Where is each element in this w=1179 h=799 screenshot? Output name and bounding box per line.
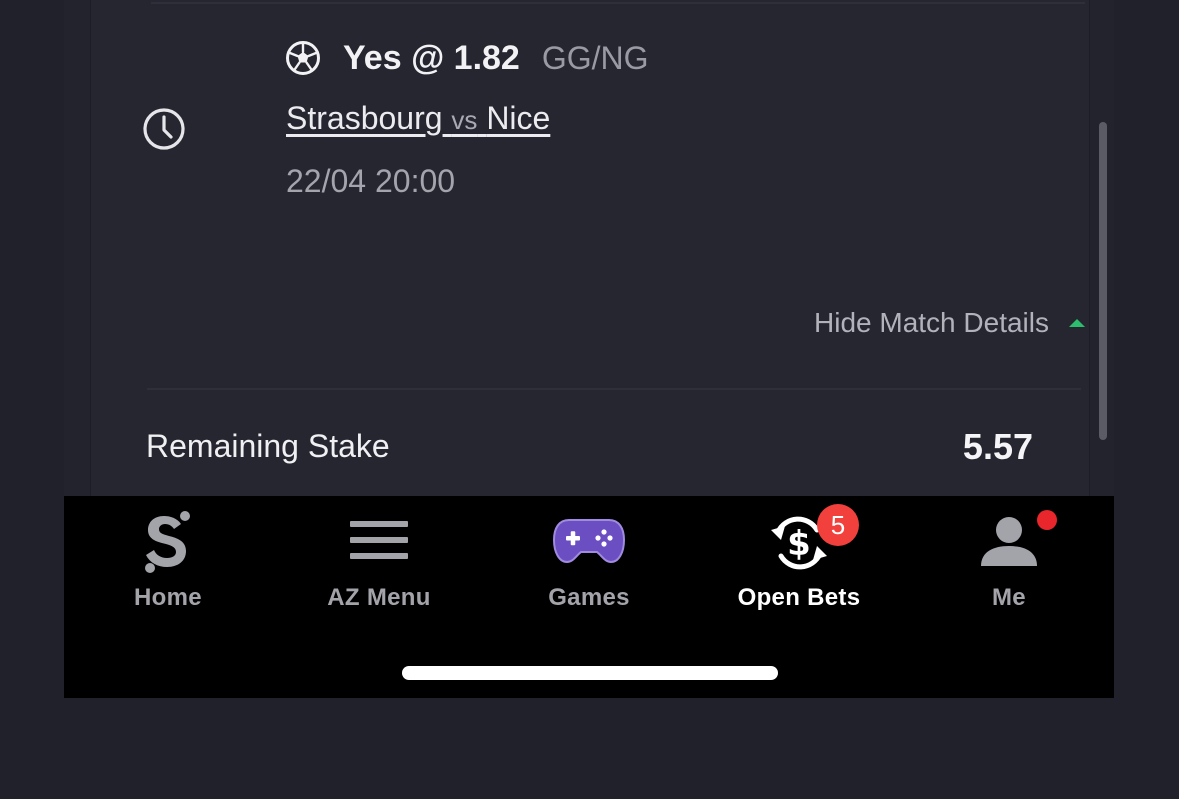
tab-games-label: Games — [548, 584, 630, 611]
app-viewport: Yes @ 1.82 GG/NG Strasbourg vs Nice 22/0… — [64, 0, 1114, 698]
match-link[interactable]: Strasbourg vs Nice — [286, 100, 550, 137]
tab-az-menu[interactable]: AZ Menu — [279, 510, 479, 620]
tab-open-bets-label: Open Bets — [737, 584, 861, 611]
selection-row: Yes @ 1.82 GG/NG — [285, 38, 649, 78]
selection-pick: Yes @ 1.82 — [343, 38, 520, 77]
tab-open-bets[interactable]: $ 5 Open Bets — [699, 504, 899, 620]
divider — [151, 2, 1085, 4]
svg-text:$: $ — [787, 524, 811, 564]
tab-home[interactable]: Home — [68, 510, 268, 620]
match-datetime: 22/04 20:00 — [286, 163, 456, 199]
hamburger-menu-icon — [350, 521, 408, 559]
market-name: GG/NG — [541, 39, 649, 76]
home-team: Strasbourg — [286, 100, 443, 136]
tab-me-label: Me — [992, 584, 1026, 611]
open-bets-count-badge: 5 — [817, 504, 859, 546]
home-indicator[interactable] — [402, 666, 778, 680]
brand-s-icon — [145, 511, 190, 573]
divider — [147, 388, 1081, 390]
soccer-ball-icon — [286, 41, 320, 75]
scrollbar[interactable] — [1099, 122, 1107, 440]
clock-icon — [143, 108, 185, 150]
remaining-stake-label: Remaining Stake — [146, 428, 390, 464]
hide-match-details-label: Hide Match Details — [814, 307, 1049, 338]
bottom-tab-bar: Home AZ Menu Games $ 5 Open Bets Me — [64, 496, 1114, 698]
tab-me[interactable]: Me — [909, 510, 1109, 620]
hide-match-details-toggle[interactable]: Hide Match Details — [814, 307, 1085, 339]
vs-label: vs — [451, 105, 478, 135]
screen: Yes @ 1.82 GG/NG Strasbourg vs Nice 22/0… — [0, 0, 1179, 799]
caret-up-icon — [1069, 319, 1085, 327]
notification-dot — [1037, 510, 1057, 530]
remaining-stake-value: 5.57 — [962, 426, 1033, 467]
tab-home-label: Home — [134, 584, 202, 611]
gamepad-icon — [552, 519, 626, 564]
bet-selection-card: Yes @ 1.82 GG/NG Strasbourg vs Nice 22/0… — [90, 0, 1090, 500]
tab-games[interactable]: Games — [489, 510, 689, 620]
tab-az-menu-label: AZ Menu — [327, 584, 431, 611]
away-team: Nice — [486, 100, 551, 136]
